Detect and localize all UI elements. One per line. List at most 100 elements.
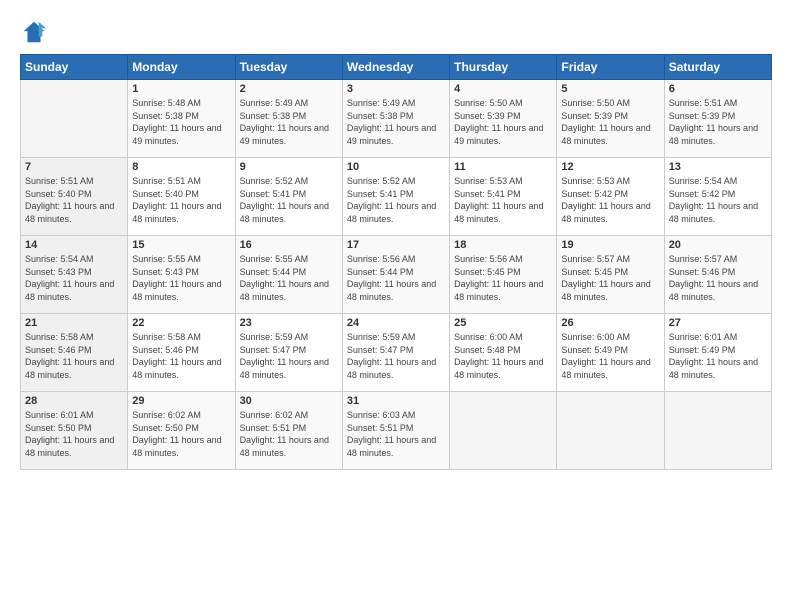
- day-info: Sunrise: 5:57 AMSunset: 5:46 PMDaylight:…: [669, 253, 767, 303]
- calendar-body: 1 Sunrise: 5:48 AMSunset: 5:38 PMDayligh…: [21, 80, 772, 470]
- day-number: 2: [240, 83, 338, 95]
- day-number: 27: [669, 317, 767, 329]
- day-info: Sunrise: 5:58 AMSunset: 5:46 PMDaylight:…: [132, 331, 230, 381]
- header-day-saturday: Saturday: [664, 55, 771, 80]
- calendar-cell: [664, 392, 771, 470]
- day-info: Sunrise: 5:59 AMSunset: 5:47 PMDaylight:…: [347, 331, 445, 381]
- day-info: Sunrise: 5:55 AMSunset: 5:44 PMDaylight:…: [240, 253, 338, 303]
- day-number: 11: [454, 161, 552, 173]
- day-number: 7: [25, 161, 123, 173]
- day-number: 24: [347, 317, 445, 329]
- day-info: Sunrise: 5:49 AMSunset: 5:38 PMDaylight:…: [347, 97, 445, 147]
- calendar-cell: 2 Sunrise: 5:49 AMSunset: 5:38 PMDayligh…: [235, 80, 342, 158]
- day-info: Sunrise: 5:57 AMSunset: 5:45 PMDaylight:…: [561, 253, 659, 303]
- calendar-cell: 18 Sunrise: 5:56 AMSunset: 5:45 PMDaylig…: [450, 236, 557, 314]
- day-number: 21: [25, 317, 123, 329]
- calendar-cell: 27 Sunrise: 6:01 AMSunset: 5:49 PMDaylig…: [664, 314, 771, 392]
- calendar-cell: 14 Sunrise: 5:54 AMSunset: 5:43 PMDaylig…: [21, 236, 128, 314]
- calendar-header: SundayMondayTuesdayWednesdayThursdayFrid…: [21, 55, 772, 80]
- week-row-0: 1 Sunrise: 5:48 AMSunset: 5:38 PMDayligh…: [21, 80, 772, 158]
- week-row-4: 28 Sunrise: 6:01 AMSunset: 5:50 PMDaylig…: [21, 392, 772, 470]
- day-number: 30: [240, 395, 338, 407]
- day-number: 13: [669, 161, 767, 173]
- day-number: 18: [454, 239, 552, 251]
- day-number: 29: [132, 395, 230, 407]
- day-info: Sunrise: 5:51 AMSunset: 5:39 PMDaylight:…: [669, 97, 767, 147]
- day-number: 31: [347, 395, 445, 407]
- day-number: 16: [240, 239, 338, 251]
- day-info: Sunrise: 5:56 AMSunset: 5:45 PMDaylight:…: [454, 253, 552, 303]
- day-info: Sunrise: 6:00 AMSunset: 5:49 PMDaylight:…: [561, 331, 659, 381]
- calendar-cell: 20 Sunrise: 5:57 AMSunset: 5:46 PMDaylig…: [664, 236, 771, 314]
- day-info: Sunrise: 5:58 AMSunset: 5:46 PMDaylight:…: [25, 331, 123, 381]
- calendar-cell: 15 Sunrise: 5:55 AMSunset: 5:43 PMDaylig…: [128, 236, 235, 314]
- day-number: 3: [347, 83, 445, 95]
- header: [20, 18, 772, 46]
- day-info: Sunrise: 5:53 AMSunset: 5:42 PMDaylight:…: [561, 175, 659, 225]
- calendar-cell: 26 Sunrise: 6:00 AMSunset: 5:49 PMDaylig…: [557, 314, 664, 392]
- day-info: Sunrise: 5:52 AMSunset: 5:41 PMDaylight:…: [240, 175, 338, 225]
- day-info: Sunrise: 5:49 AMSunset: 5:38 PMDaylight:…: [240, 97, 338, 147]
- day-info: Sunrise: 5:54 AMSunset: 5:43 PMDaylight:…: [25, 253, 123, 303]
- header-day-tuesday: Tuesday: [235, 55, 342, 80]
- calendar: SundayMondayTuesdayWednesdayThursdayFrid…: [20, 54, 772, 470]
- calendar-cell: 9 Sunrise: 5:52 AMSunset: 5:41 PMDayligh…: [235, 158, 342, 236]
- day-number: 5: [561, 83, 659, 95]
- calendar-cell: 29 Sunrise: 6:02 AMSunset: 5:50 PMDaylig…: [128, 392, 235, 470]
- calendar-cell: 12 Sunrise: 5:53 AMSunset: 5:42 PMDaylig…: [557, 158, 664, 236]
- day-info: Sunrise: 5:48 AMSunset: 5:38 PMDaylight:…: [132, 97, 230, 147]
- day-number: 28: [25, 395, 123, 407]
- header-day-friday: Friday: [557, 55, 664, 80]
- day-number: 10: [347, 161, 445, 173]
- calendar-cell: 17 Sunrise: 5:56 AMSunset: 5:44 PMDaylig…: [342, 236, 449, 314]
- calendar-cell: 4 Sunrise: 5:50 AMSunset: 5:39 PMDayligh…: [450, 80, 557, 158]
- day-number: 17: [347, 239, 445, 251]
- calendar-cell: 6 Sunrise: 5:51 AMSunset: 5:39 PMDayligh…: [664, 80, 771, 158]
- logo: [20, 18, 52, 46]
- day-number: 25: [454, 317, 552, 329]
- day-info: Sunrise: 5:53 AMSunset: 5:41 PMDaylight:…: [454, 175, 552, 225]
- day-info: Sunrise: 6:00 AMSunset: 5:48 PMDaylight:…: [454, 331, 552, 381]
- calendar-cell: 1 Sunrise: 5:48 AMSunset: 5:38 PMDayligh…: [128, 80, 235, 158]
- day-info: Sunrise: 5:50 AMSunset: 5:39 PMDaylight:…: [561, 97, 659, 147]
- calendar-cell: 25 Sunrise: 6:00 AMSunset: 5:48 PMDaylig…: [450, 314, 557, 392]
- day-info: Sunrise: 5:50 AMSunset: 5:39 PMDaylight:…: [454, 97, 552, 147]
- day-info: Sunrise: 5:51 AMSunset: 5:40 PMDaylight:…: [132, 175, 230, 225]
- logo-icon: [20, 18, 48, 46]
- calendar-cell: 16 Sunrise: 5:55 AMSunset: 5:44 PMDaylig…: [235, 236, 342, 314]
- day-info: Sunrise: 5:59 AMSunset: 5:47 PMDaylight:…: [240, 331, 338, 381]
- week-row-2: 14 Sunrise: 5:54 AMSunset: 5:43 PMDaylig…: [21, 236, 772, 314]
- day-number: 8: [132, 161, 230, 173]
- calendar-cell: [21, 80, 128, 158]
- calendar-cell: 28 Sunrise: 6:01 AMSunset: 5:50 PMDaylig…: [21, 392, 128, 470]
- day-number: 9: [240, 161, 338, 173]
- day-info: Sunrise: 6:01 AMSunset: 5:50 PMDaylight:…: [25, 409, 123, 459]
- header-day-wednesday: Wednesday: [342, 55, 449, 80]
- day-number: 4: [454, 83, 552, 95]
- day-info: Sunrise: 5:55 AMSunset: 5:43 PMDaylight:…: [132, 253, 230, 303]
- header-day-thursday: Thursday: [450, 55, 557, 80]
- calendar-cell: 31 Sunrise: 6:03 AMSunset: 5:51 PMDaylig…: [342, 392, 449, 470]
- day-info: Sunrise: 5:51 AMSunset: 5:40 PMDaylight:…: [25, 175, 123, 225]
- calendar-cell: 11 Sunrise: 5:53 AMSunset: 5:41 PMDaylig…: [450, 158, 557, 236]
- day-number: 22: [132, 317, 230, 329]
- week-row-1: 7 Sunrise: 5:51 AMSunset: 5:40 PMDayligh…: [21, 158, 772, 236]
- day-number: 12: [561, 161, 659, 173]
- day-info: Sunrise: 5:56 AMSunset: 5:44 PMDaylight:…: [347, 253, 445, 303]
- calendar-cell: 21 Sunrise: 5:58 AMSunset: 5:46 PMDaylig…: [21, 314, 128, 392]
- day-info: Sunrise: 6:03 AMSunset: 5:51 PMDaylight:…: [347, 409, 445, 459]
- calendar-cell: 22 Sunrise: 5:58 AMSunset: 5:46 PMDaylig…: [128, 314, 235, 392]
- day-info: Sunrise: 6:02 AMSunset: 5:51 PMDaylight:…: [240, 409, 338, 459]
- calendar-cell: [450, 392, 557, 470]
- calendar-cell: 10 Sunrise: 5:52 AMSunset: 5:41 PMDaylig…: [342, 158, 449, 236]
- calendar-cell: 13 Sunrise: 5:54 AMSunset: 5:42 PMDaylig…: [664, 158, 771, 236]
- day-number: 14: [25, 239, 123, 251]
- day-info: Sunrise: 6:02 AMSunset: 5:50 PMDaylight:…: [132, 409, 230, 459]
- day-number: 1: [132, 83, 230, 95]
- header-row: SundayMondayTuesdayWednesdayThursdayFrid…: [21, 55, 772, 80]
- day-number: 15: [132, 239, 230, 251]
- day-info: Sunrise: 5:52 AMSunset: 5:41 PMDaylight:…: [347, 175, 445, 225]
- day-info: Sunrise: 5:54 AMSunset: 5:42 PMDaylight:…: [669, 175, 767, 225]
- header-day-monday: Monday: [128, 55, 235, 80]
- day-number: 26: [561, 317, 659, 329]
